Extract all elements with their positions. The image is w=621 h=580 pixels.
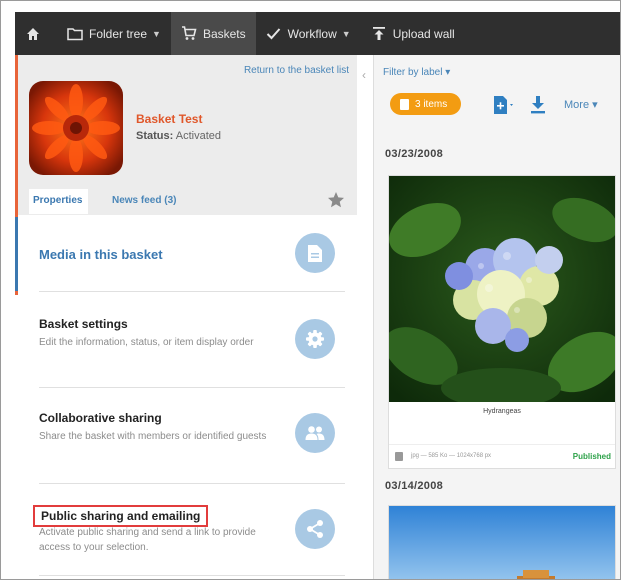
collaborative-sharing-desc: Share the basket with members or identif… <box>39 431 267 442</box>
public-sharing-title: Public sharing and emailing <box>33 505 209 527</box>
nav-home[interactable] <box>15 12 57 55</box>
basket-settings-desc: Edit the information, status, or item di… <box>39 337 254 348</box>
document-add-icon <box>494 96 513 114</box>
nav-folder-tree-label: Folder tree <box>89 26 148 41</box>
media-card[interactable]: Hydrangeas jpg — 585 Ko — 1024x768 px Pu… <box>388 175 616 469</box>
collapse-panel-handle[interactable]: ‹ <box>357 63 371 87</box>
public-sharing-desc: Activate public sharing and send a link … <box>39 527 256 553</box>
nav-folder-tree[interactable]: Folder tree ▼ <box>57 12 171 55</box>
public-sharing-item[interactable]: Public sharing and emailing Activate pub… <box>15 483 357 579</box>
published-status: Published <box>572 452 611 461</box>
export-document-button[interactable] <box>492 95 516 115</box>
collaborative-sharing-title: Collaborative sharing <box>39 411 162 425</box>
media-thumbnail <box>389 176 615 402</box>
basket-settings-title: Basket settings <box>39 317 128 331</box>
share-icon[interactable] <box>295 509 335 549</box>
upload-icon <box>371 26 387 42</box>
nav-upload-wall[interactable]: Upload wall <box>361 12 465 55</box>
date-group-heading: 03/14/2008 <box>385 480 444 492</box>
basket-status-value: Activated <box>175 130 221 142</box>
media-file-info: jpg — 585 Ko — 1024x768 px <box>411 453 492 459</box>
chevron-down-icon: ▼ <box>341 28 351 39</box>
divider <box>39 575 345 576</box>
basket-status: Status: Activated <box>136 130 221 142</box>
tab-properties[interactable]: Properties <box>29 189 89 214</box>
nav-baskets-label: Baskets <box>202 26 246 41</box>
basket-items-icon <box>400 98 409 110</box>
media-in-basket-item[interactable]: Media in this basket <box>15 217 357 291</box>
selected-accent <box>15 217 18 291</box>
items-count-badge[interactable]: 3 items <box>390 93 462 115</box>
media-meta-row: jpg — 585 Ko — 1024x768 px Published <box>389 444 615 468</box>
basket-status-label: Status: <box>136 130 174 142</box>
basket-title: Basket Test <box>136 112 203 126</box>
basket-tabs: Properties News feed (3) <box>15 187 357 215</box>
basket-header: Return to the basket list Basket Test St… <box>15 55 357 215</box>
basket-panel: Return to the basket list Basket Test St… <box>15 55 357 579</box>
collaborative-sharing-item[interactable]: Collaborative sharing Share the basket w… <box>15 387 357 483</box>
document-icon[interactable] <box>295 233 335 273</box>
chevron-down-icon: ▼ <box>152 28 161 39</box>
more-dropdown[interactable]: More ▾ <box>564 98 598 111</box>
cart-icon <box>181 26 197 42</box>
download-icon <box>531 96 545 114</box>
chevron-left-icon: ‹ <box>362 68 366 82</box>
nav-upload-wall-label: Upload wall <box>392 26 455 41</box>
users-icon[interactable] <box>295 413 335 453</box>
gear-icon[interactable] <box>295 319 335 359</box>
back-to-basket-list-link[interactable]: Return to the basket list <box>244 65 349 76</box>
check-icon <box>266 26 282 42</box>
media-in-basket-title: Media in this basket <box>39 247 163 262</box>
basket-items-panel: Filter by label ▾ 3 items More ▾ 03/23/2… <box>373 55 620 579</box>
file-icon <box>395 452 403 461</box>
nav-workflow-label: Workflow <box>287 26 337 41</box>
media-thumbnail <box>389 506 615 579</box>
nav-workflow[interactable]: Workflow ▼ <box>256 12 361 55</box>
items-count-label: 3 items <box>415 98 448 110</box>
home-icon <box>25 26 41 42</box>
app-window: Folder tree ▼ Baskets Workflow ▼ Upload … <box>0 0 621 580</box>
download-button[interactable] <box>529 95 547 120</box>
top-nav: Folder tree ▼ Baskets Workflow ▼ Upload … <box>15 12 620 55</box>
basket-settings-item[interactable]: Basket settings Edit the information, st… <box>15 291 357 387</box>
basket-thumbnail <box>29 81 123 175</box>
nav-baskets[interactable]: Baskets <box>170 12 256 55</box>
filter-by-label-dropdown[interactable]: Filter by label ▾ <box>383 67 450 78</box>
star-icon[interactable] <box>327 191 345 209</box>
folder-icon <box>67 26 83 42</box>
media-caption: Hydrangeas <box>483 408 521 415</box>
media-card[interactable] <box>388 505 616 579</box>
date-group-heading: 03/23/2008 <box>385 148 444 160</box>
tab-news-feed[interactable]: News feed (3) <box>112 195 176 212</box>
